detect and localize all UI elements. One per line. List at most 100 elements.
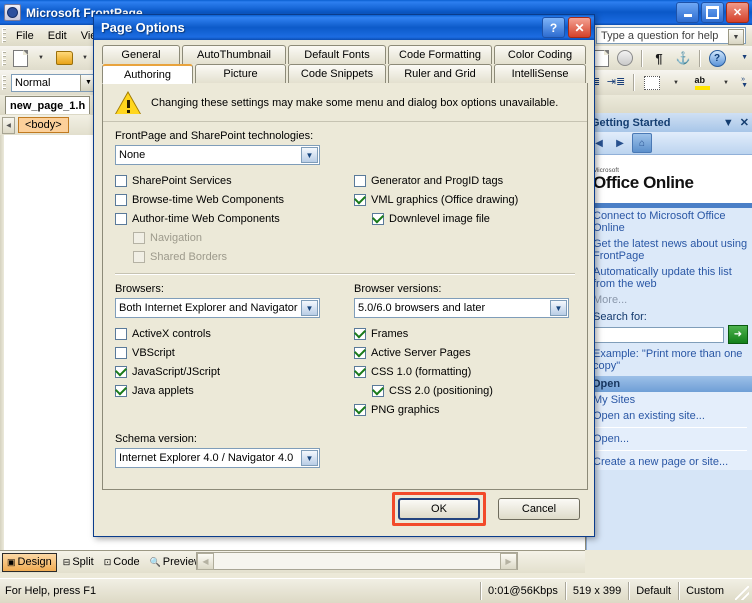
style-combo[interactable]: Normal ▼ xyxy=(11,74,97,92)
view-button-design[interactable]: ▣ Design xyxy=(2,553,57,572)
checkbox-row-sharepoint-services[interactable]: SharePoint Services xyxy=(115,171,345,190)
toolbar-grip-standard[interactable] xyxy=(2,51,6,66)
browsers-select[interactable]: Both Internet Explorer and Navigator ▼ xyxy=(115,298,320,318)
chevron-down-icon[interactable]: ▼ xyxy=(728,29,744,45)
checkbox-row-css2[interactable]: CSS 2.0 (positioning) xyxy=(354,381,575,400)
ok-button[interactable]: OK xyxy=(398,498,480,520)
chevron-down-icon[interactable]: ▼ xyxy=(301,450,318,466)
cancel-button[interactable]: Cancel xyxy=(498,498,580,520)
tab-ruler-and-grid[interactable]: Ruler and Grid xyxy=(388,64,492,83)
checkbox-row-author-time-components[interactable]: Author-time Web Components xyxy=(115,209,345,228)
menu-file[interactable]: File xyxy=(9,28,41,44)
frontpage-technologies-select[interactable]: None ▼ xyxy=(115,145,320,165)
checkbox-row-css1[interactable]: CSS 1.0 (formatting) xyxy=(354,362,575,381)
scroll-left-icon[interactable]: ◀ xyxy=(197,553,214,570)
toolbar-grip-formatting[interactable] xyxy=(2,75,6,90)
tab-default-fonts[interactable]: Default Fonts xyxy=(288,45,386,64)
minimize-button[interactable] xyxy=(676,2,699,23)
checkbox-css-2-positioning[interactable] xyxy=(372,385,384,397)
checkbox-row-png-graphics[interactable]: PNG graphics xyxy=(354,400,575,419)
resize-grip-icon[interactable] xyxy=(735,586,749,600)
borders-dropdown[interactable]: ▼ xyxy=(666,72,688,93)
toolbar-overflow-right[interactable]: ▼ xyxy=(741,55,748,61)
horizontal-scrollbar[interactable]: ◀ ▶ xyxy=(196,552,518,570)
checkbox-row-vbscript[interactable]: VBScript xyxy=(115,343,345,362)
browser-versions-select[interactable]: 5.0/6.0 browsers and later ▼ xyxy=(354,298,569,318)
task-pane-menu-icon[interactable]: ▼ xyxy=(723,117,734,129)
link-my-sites[interactable]: My Sites xyxy=(587,392,752,408)
highlight-dropdown[interactable]: ▼ xyxy=(716,72,738,93)
tab-code-snippets[interactable]: Code Snippets xyxy=(288,64,386,83)
link-open-existing-site[interactable]: Open an existing site... xyxy=(587,408,752,424)
tab-picture[interactable]: Picture xyxy=(195,64,286,83)
toolbar-overflow-formatting[interactable]: »▼ xyxy=(741,77,748,89)
help-icon[interactable]: ? xyxy=(706,48,728,69)
tag-scroll-left-icon[interactable]: ◀ xyxy=(2,117,15,134)
chevron-down-icon[interactable]: ▼ xyxy=(301,147,318,163)
checkbox-css-1-formatting[interactable] xyxy=(354,366,366,378)
chevron-down-icon[interactable]: ▼ xyxy=(301,300,318,316)
checkbox-row-downlevel-image[interactable]: Downlevel image file xyxy=(354,209,575,228)
checkbox-row-generator-progid[interactable]: Generator and ProgID tags xyxy=(354,171,575,190)
checkbox-javascript-jscript[interactable] xyxy=(115,366,127,378)
new-page-button[interactable] xyxy=(9,48,31,69)
checkbox-author-time-components[interactable] xyxy=(115,213,127,225)
checkbox-java-applets[interactable] xyxy=(115,385,127,397)
checkbox-vbscript[interactable] xyxy=(115,347,127,359)
menu-edit[interactable]: Edit xyxy=(41,28,74,44)
checkbox-generator-progid[interactable] xyxy=(354,175,366,187)
dialog-help-button[interactable]: ? xyxy=(542,17,565,38)
checkbox-active-server-pages[interactable] xyxy=(354,347,366,359)
tag-selector-body[interactable]: <body> xyxy=(18,117,69,133)
view-button-split[interactable]: ⊟ Split xyxy=(59,554,98,571)
borders-icon[interactable] xyxy=(641,72,663,93)
checkbox-row-activex[interactable]: ActiveX controls xyxy=(115,324,345,343)
bookmark-anchor-icon[interactable]: ⚓ xyxy=(672,48,694,69)
checkbox-browse-time-components[interactable] xyxy=(115,194,127,206)
stop-icon[interactable] xyxy=(614,48,636,69)
tab-autothumbnail[interactable]: AutoThumbnail xyxy=(182,45,286,64)
maximize-button[interactable] xyxy=(701,2,724,23)
checkbox-png-graphics[interactable] xyxy=(354,404,366,416)
forward-icon[interactable]: ▶ xyxy=(611,134,629,152)
checkbox-activex-controls[interactable] xyxy=(115,328,127,340)
view-button-code[interactable]: ⊡ Code xyxy=(100,554,144,571)
tab-code-formatting[interactable]: Code Formatting xyxy=(388,45,492,64)
ask-a-question-box[interactable]: Type a question for help ▼ xyxy=(596,27,746,44)
show-formatting-marks-icon[interactable]: ¶ xyxy=(648,48,670,69)
link-more[interactable]: More... xyxy=(587,292,752,308)
checkbox-vml-graphics[interactable] xyxy=(354,194,366,206)
checkbox-downlevel-image[interactable] xyxy=(372,213,384,225)
dialog-close-button[interactable]: ✕ xyxy=(568,17,591,38)
link-connect-office-online[interactable]: Connect to Microsoft Office Online xyxy=(587,208,752,236)
link-auto-update[interactable]: Automatically update this list from the … xyxy=(587,264,752,292)
chevron-down-icon[interactable]: ▼ xyxy=(550,300,567,316)
increase-indent-icon[interactable]: ⇥≣ xyxy=(605,72,627,93)
tab-general[interactable]: General xyxy=(102,45,180,64)
tab-intellisense[interactable]: IntelliSense xyxy=(494,64,586,83)
highlight-color-icon[interactable]: ab xyxy=(691,72,713,93)
scroll-right-icon[interactable]: ▶ xyxy=(500,553,517,570)
checkbox-sharepoint-services[interactable] xyxy=(115,175,127,187)
link-open[interactable]: Open... xyxy=(587,431,752,447)
task-pane-close-icon[interactable]: ✕ xyxy=(740,116,749,129)
search-go-icon[interactable]: ➜ xyxy=(728,325,748,344)
tab-authoring[interactable]: Authoring xyxy=(102,64,193,84)
menu-grip[interactable] xyxy=(2,28,6,43)
document-tab[interactable]: new_page_1.h xyxy=(5,96,90,114)
schema-version-select[interactable]: Internet Explorer 4.0 / Navigator 4.0 ▼ xyxy=(115,448,320,468)
tab-color-coding[interactable]: Color Coding xyxy=(494,45,586,64)
checkbox-row-javascript[interactable]: JavaScript/JScript xyxy=(115,362,345,381)
checkbox-row-frames[interactable]: Frames xyxy=(354,324,575,343)
open-button[interactable] xyxy=(53,48,75,69)
close-button[interactable]: ✕ xyxy=(726,2,749,23)
search-input[interactable] xyxy=(593,327,724,343)
home-icon[interactable]: ⌂ xyxy=(632,133,652,153)
link-create-new[interactable]: Create a new page or site... xyxy=(587,454,752,470)
checkbox-frames[interactable] xyxy=(354,328,366,340)
link-latest-news[interactable]: Get the latest news about using FrontPag… xyxy=(587,236,752,264)
checkbox-row-vml-graphics[interactable]: VML graphics (Office drawing) xyxy=(354,190,575,209)
new-dropdown[interactable]: ▼ xyxy=(31,48,53,69)
checkbox-row-browse-time-components[interactable]: Browse-time Web Components xyxy=(115,190,345,209)
checkbox-row-active-server-pages[interactable]: Active Server Pages xyxy=(354,343,575,362)
